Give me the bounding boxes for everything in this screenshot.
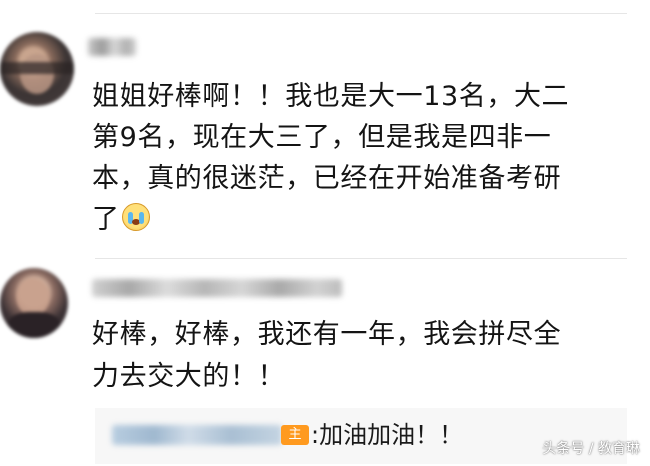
avatar-face <box>16 278 50 316</box>
comment-line: 好棒，好棒，我还有一年，我会拼尽全 <box>92 319 562 350</box>
commenter-username-redacted[interactable] <box>92 279 342 297</box>
comment-divider <box>95 258 627 259</box>
comment-line-last: 了 <box>92 199 150 240</box>
reply-text: :加油加油！！ <box>311 421 464 449</box>
author-badge: 主 <box>281 425 309 445</box>
comment-line: 第9名，现在大三了，但是我是四非一 <box>92 122 552 153</box>
commenter-avatar[interactable] <box>0 32 74 106</box>
commenter-username-redacted[interactable] <box>88 38 136 56</box>
top-divider <box>95 13 627 14</box>
reply-username-redacted[interactable] <box>112 425 282 445</box>
avatar-body <box>8 312 60 338</box>
crying-face-icon <box>121 203 150 231</box>
avatar-band <box>0 62 74 74</box>
comment-line: 力去交大的！！ <box>92 361 286 392</box>
watermark: 头条号 / 教育琳 <box>542 441 640 457</box>
avatar-face <box>20 54 54 94</box>
commenter-avatar[interactable] <box>0 268 68 338</box>
comment-line: 本，真的很迷茫，已经在开始准备考研 <box>92 163 562 194</box>
comment-line: 了 <box>92 204 120 235</box>
comment-line: 姐姐好棒啊！！我也是大一13名，大二 <box>92 81 570 112</box>
